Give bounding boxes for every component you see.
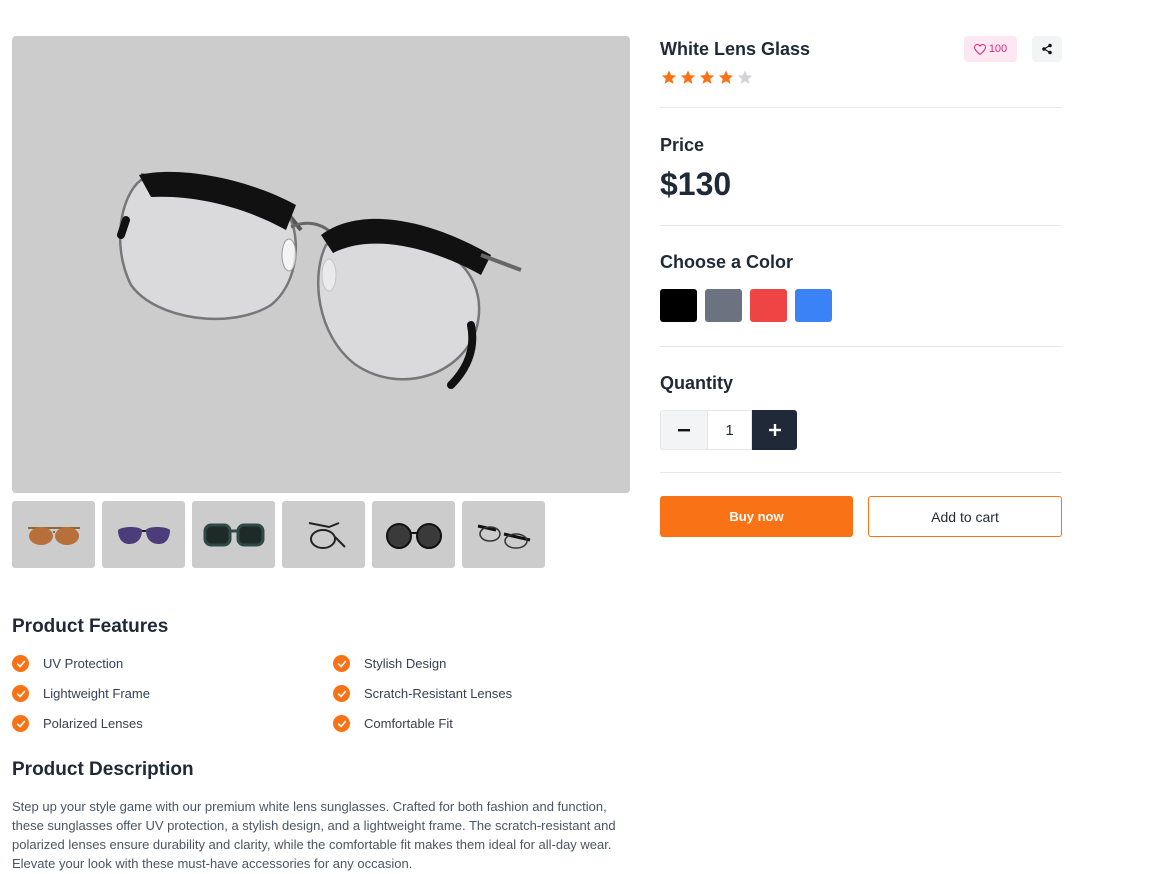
star-filled-icon [680,70,696,84]
thumbnail-5[interactable] [372,501,455,568]
square-sunglasses-icon [203,523,264,546]
eyeglasses-illustration [117,171,522,389]
add-to-cart-button[interactable]: Add to cart [868,496,1062,537]
color-swatches [660,289,832,322]
check-circle-icon [333,655,350,672]
color-label: Choose a Color [660,252,794,272]
buy-now-button[interactable]: Buy now [660,496,853,537]
check-circle-icon [12,685,29,702]
feature-item: Stylish Design [333,655,446,672]
color-swatch-2[interactable] [705,289,742,322]
check-circle-icon [12,655,29,672]
quantity-stepper [660,410,797,450]
thumbnail-3[interactable] [192,501,275,568]
feature-label: Comfortable Fit [364,716,453,731]
star-filled-icon [699,70,715,84]
thumbnail-1[interactable] [12,501,95,568]
folded-glasses-icon [308,521,346,549]
price-value: $130 [660,166,732,202]
plus-icon [768,424,781,436]
price-label: Price [660,135,705,155]
product-title: White Lens Glass [660,39,811,59]
like-count: 100 [988,43,1008,55]
feature-item: Comfortable Fit [333,715,453,732]
like-button[interactable]: 100 [964,36,1017,62]
share-icon [1042,43,1052,55]
feature-label: UV Protection [43,656,124,671]
aviator-sunglasses-icon [27,526,80,545]
star-filled-icon [661,70,677,84]
round-sunglasses-icon [385,522,442,549]
thumbnail-2[interactable] [102,501,185,568]
main-product-image [12,36,630,493]
browline-glasses-icon [477,524,530,549]
minus-icon [678,429,690,432]
heart-icon [973,43,986,55]
divider [660,107,1062,108]
thumbnail-strip [12,501,545,568]
description-text: Step up your style game with our premium… [12,799,616,871]
quantity-label: Quantity [660,373,734,393]
feature-item: UV Protection [12,655,123,672]
check-circle-icon [333,685,350,702]
divider [660,472,1062,473]
features-heading: Product Features [12,616,169,637]
feature-label: Polarized Lenses [43,716,143,731]
decrease-quantity-button[interactable] [660,410,707,450]
description-heading: Product Description [12,759,194,780]
star-filled-icon [718,70,734,84]
check-circle-icon [12,715,29,732]
color-swatch-1[interactable] [660,289,697,322]
share-button[interactable] [1032,36,1062,62]
feature-item: Lightweight Frame [12,685,150,702]
feature-label: Scratch-Resistant Lenses [364,686,513,701]
quantity-input[interactable] [707,410,752,450]
feature-label: Stylish Design [364,656,447,671]
color-swatch-3[interactable] [750,289,787,322]
check-circle-icon [333,715,350,732]
cat-eye-sunglasses-icon [117,526,170,544]
thumbnail-6[interactable] [462,501,545,568]
product-header: White Lens Glass 100 [660,36,1062,64]
divider [660,346,1062,347]
feature-label: Lightweight Frame [43,686,150,701]
color-swatch-4[interactable] [795,289,832,322]
divider [660,225,1062,226]
thumbnail-4[interactable] [282,501,365,568]
feature-item: Scratch-Resistant Lenses [333,685,512,702]
feature-item: Polarized Lenses [12,715,143,732]
rating-stars [660,69,754,86]
increase-quantity-button[interactable] [752,410,797,450]
star-empty-icon [737,70,753,84]
